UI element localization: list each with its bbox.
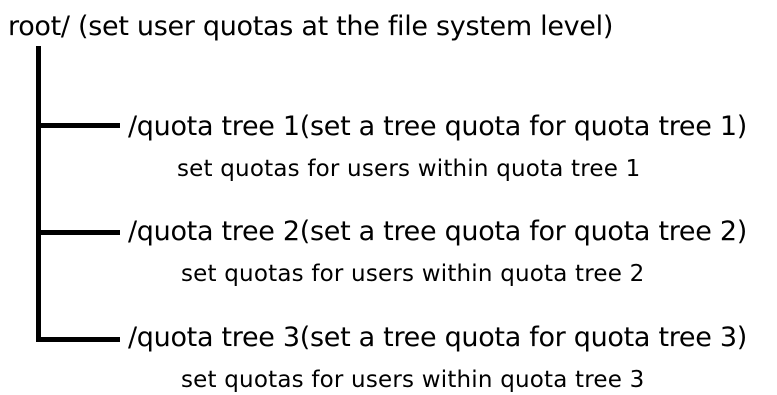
tree-trunk-line xyxy=(36,46,41,342)
branch-title: /quota tree 1(set a tree quota for quota… xyxy=(128,111,747,142)
branch-connector-line xyxy=(36,337,120,342)
branch-title: /quota tree 3(set a tree quota for quota… xyxy=(128,322,747,353)
branch-connector-line xyxy=(36,123,120,128)
branch-subtitle: set quotas for users within quota tree 3 xyxy=(181,367,645,393)
root-node-label: root/ (set user quotas at the file syste… xyxy=(8,11,614,42)
quota-tree-diagram: root/ (set user quotas at the file syste… xyxy=(0,0,777,393)
branch-connector-line xyxy=(36,230,120,235)
branch-subtitle: set quotas for users within quota tree 2 xyxy=(181,261,645,287)
branch-title: /quota tree 2(set a tree quota for quota… xyxy=(128,216,747,247)
branch-subtitle: set quotas for users within quota tree 1 xyxy=(177,156,641,182)
